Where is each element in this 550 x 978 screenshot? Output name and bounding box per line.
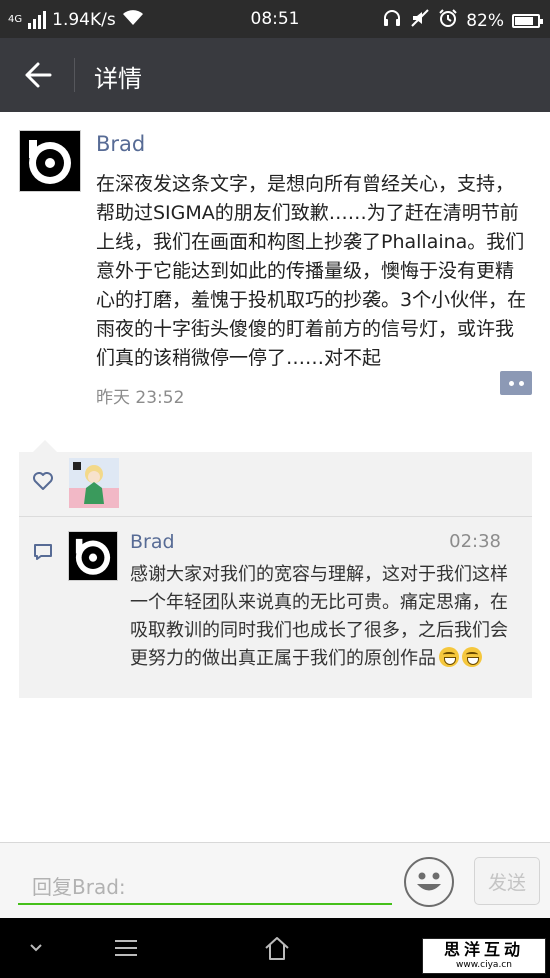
grin-emoji-icon bbox=[462, 647, 482, 667]
likes-row bbox=[19, 452, 532, 516]
comment-icon bbox=[33, 543, 53, 565]
post-time: 昨天 23:52 bbox=[96, 388, 185, 408]
battery-icon bbox=[512, 13, 543, 28]
nav-menu-button[interactable] bbox=[104, 930, 148, 966]
chevron-down-icon bbox=[30, 944, 42, 952]
more-actions-button[interactable] bbox=[500, 371, 532, 395]
watermark-main: 思洋互动 bbox=[443, 940, 524, 959]
mute-icon bbox=[410, 8, 430, 33]
battery-percent: 82% bbox=[466, 10, 504, 31]
status-bar: 4G 1.94K/s 08:51 82% bbox=[0, 0, 550, 38]
screen: 4G 1.94K/s 08:51 82% 详情 Brad 在深夜发这条文字，是想… bbox=[0, 0, 550, 978]
reply-input[interactable]: 回复Brad: bbox=[18, 863, 392, 905]
page-title: 详情 bbox=[94, 65, 142, 93]
post-author-avatar[interactable] bbox=[19, 130, 81, 192]
menu-icon bbox=[115, 940, 137, 956]
header-divider bbox=[74, 58, 75, 92]
author-logo bbox=[75, 538, 111, 575]
comment-author-avatar[interactable] bbox=[68, 531, 118, 581]
nav-collapse-button[interactable] bbox=[14, 930, 58, 966]
box-caret bbox=[33, 440, 57, 452]
likes-comments-box: Brad 02:38 感谢大家对我们的宽容与理解，这对于我们这样一个年轻团队来说… bbox=[19, 452, 532, 698]
liker-avatar[interactable] bbox=[69, 458, 119, 508]
box-divider bbox=[19, 516, 532, 517]
home-icon bbox=[265, 937, 289, 960]
header: 详情 bbox=[0, 38, 550, 112]
author-logo bbox=[29, 140, 71, 184]
send-button[interactable]: 发送 bbox=[474, 857, 540, 905]
comment-time: 02:38 bbox=[449, 531, 501, 552]
back-button[interactable] bbox=[10, 53, 66, 97]
emoji-button[interactable] bbox=[404, 857, 454, 907]
comment-author-name[interactable]: Brad bbox=[130, 531, 175, 553]
post-text: 在深夜发这条文字，是想向所有曾经关心，支持，帮助过SIGMA的朋友们致歉……为了… bbox=[96, 173, 527, 369]
alarm-icon bbox=[438, 8, 458, 33]
watermark: 思洋互动 www.ciya.cn bbox=[422, 938, 546, 974]
comment-text: 感谢大家对我们的宽容与理解，这对于我们这样一个年轻团队来说真的无比可贵。痛定思痛… bbox=[130, 561, 522, 673]
headset-icon bbox=[382, 8, 402, 33]
status-right: 82% bbox=[382, 8, 543, 33]
watermark-url: www.ciya.cn bbox=[456, 960, 512, 970]
post-author-name[interactable]: Brad bbox=[96, 132, 145, 156]
back-arrow-icon bbox=[25, 62, 52, 88]
dot bbox=[518, 380, 524, 386]
dot bbox=[508, 380, 514, 386]
nav-home-button[interactable] bbox=[255, 930, 299, 966]
reply-bar: 回复Brad: 发送 bbox=[0, 842, 550, 918]
smiley-icon bbox=[417, 872, 441, 891]
heart-icon bbox=[33, 472, 53, 494]
grin-emoji-icon bbox=[439, 647, 459, 667]
